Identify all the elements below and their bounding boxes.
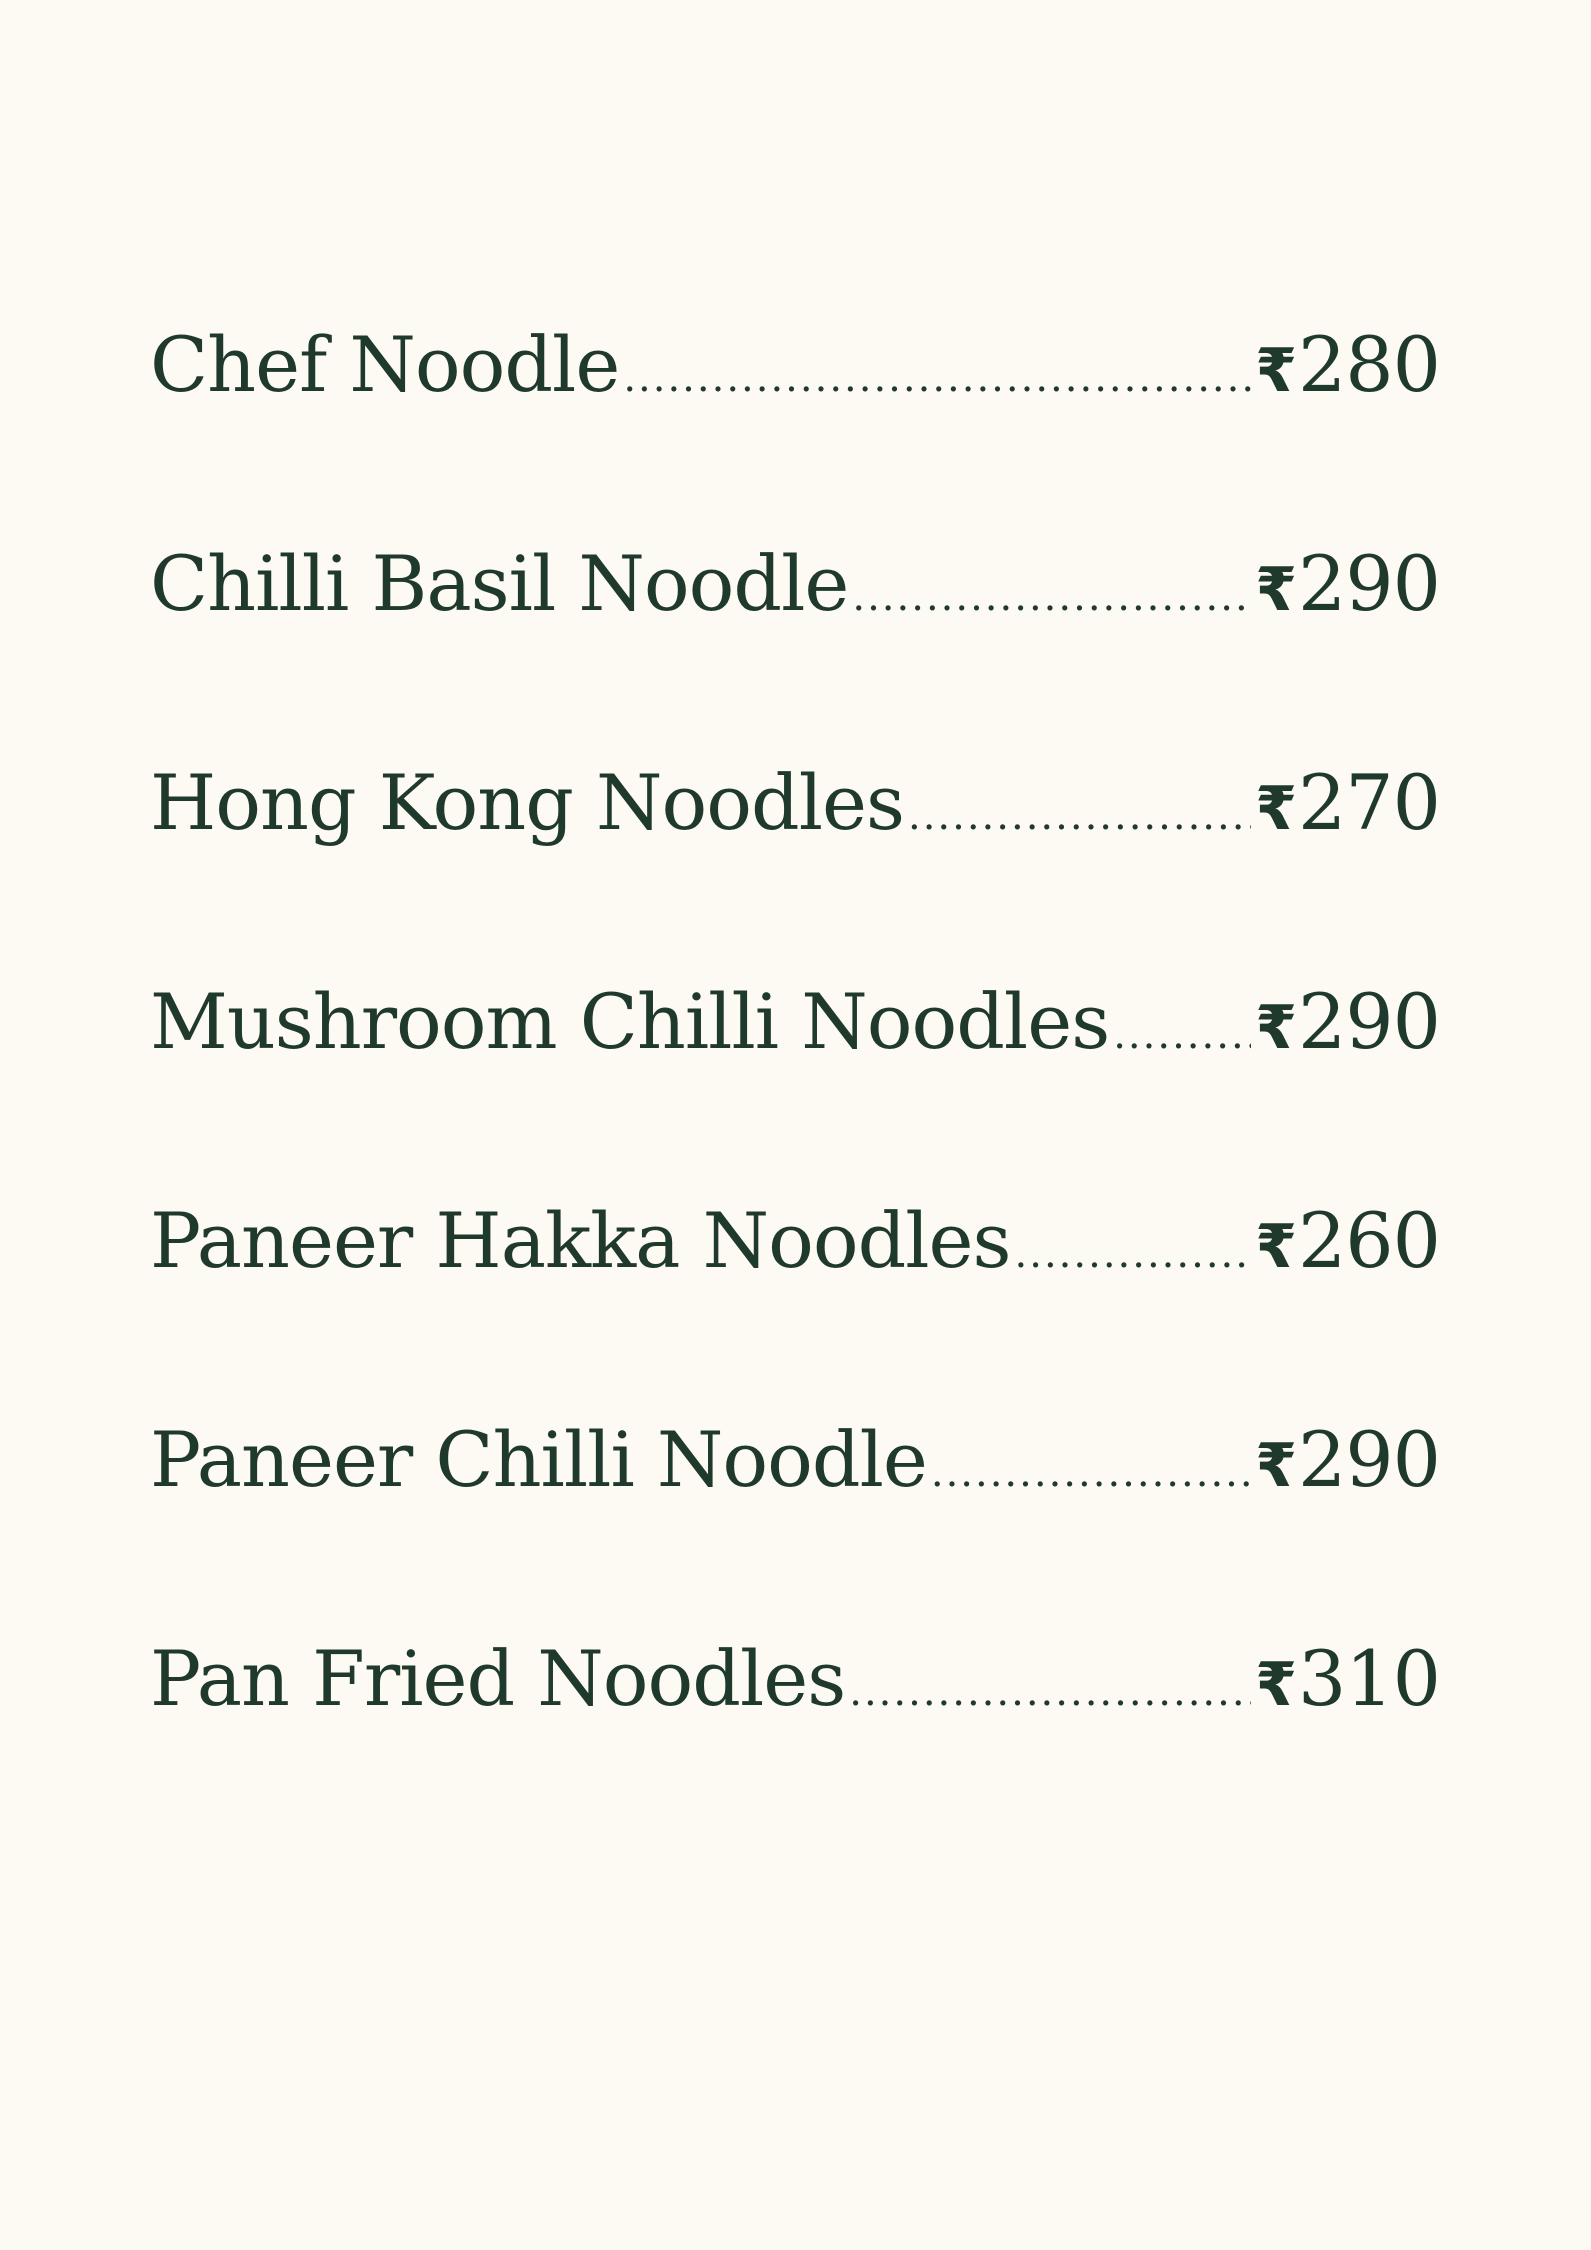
rupee-icon: ₹ bbox=[1255, 555, 1297, 625]
item-name: Paneer Hakka Noodles bbox=[150, 1196, 1012, 1285]
item-price: ₹ 310 bbox=[1255, 1634, 1441, 1723]
price-value: 270 bbox=[1297, 758, 1441, 847]
item-price: ₹ 270 bbox=[1255, 758, 1441, 847]
rupee-icon: ₹ bbox=[1255, 993, 1297, 1063]
menu-list: Chef Noodle ₹ 280 Chilli Basil Noodle ₹ … bbox=[150, 320, 1441, 1853]
rupee-icon: ₹ bbox=[1255, 1212, 1297, 1282]
dot-leader bbox=[852, 574, 1251, 620]
menu-item-hong-kong-noodles: Hong Kong Noodles ₹ 270 bbox=[150, 758, 1441, 977]
dot-leader bbox=[1015, 1231, 1252, 1277]
item-price: ₹ 280 bbox=[1255, 320, 1441, 409]
item-name: Hong Kong Noodles bbox=[150, 758, 905, 847]
item-price: ₹ 290 bbox=[1255, 1415, 1441, 1504]
price-value: 280 bbox=[1297, 320, 1441, 409]
dot-leader bbox=[908, 793, 1251, 839]
menu-item-chef-noodle: Chef Noodle ₹ 280 bbox=[150, 320, 1441, 539]
menu-item-mushroom-chilli-noodles: Mushroom Chilli Noodles ₹ 290 bbox=[150, 977, 1441, 1196]
price-value: 290 bbox=[1297, 1415, 1441, 1504]
menu-item-pan-fried-noodles: Pan Fried Noodles ₹ 310 bbox=[150, 1634, 1441, 1853]
price-value: 310 bbox=[1297, 1634, 1441, 1723]
item-name: Chef Noodle bbox=[150, 320, 620, 409]
item-name: Chilli Basil Noodle bbox=[150, 539, 849, 628]
item-name: Paneer Chilli Noodle bbox=[150, 1415, 928, 1504]
dot-leader bbox=[931, 1450, 1251, 1496]
menu-item-chilli-basil-noodle: Chilli Basil Noodle ₹ 290 bbox=[150, 539, 1441, 758]
price-value: 260 bbox=[1297, 1196, 1441, 1285]
item-price: ₹ 290 bbox=[1255, 977, 1441, 1066]
rupee-icon: ₹ bbox=[1255, 774, 1297, 844]
rupee-icon: ₹ bbox=[1255, 336, 1297, 406]
dot-leader bbox=[623, 355, 1251, 401]
price-value: 290 bbox=[1297, 539, 1441, 628]
dot-leader bbox=[849, 1669, 1251, 1715]
price-value: 290 bbox=[1297, 977, 1441, 1066]
rupee-icon: ₹ bbox=[1255, 1650, 1297, 1720]
rupee-icon: ₹ bbox=[1255, 1431, 1297, 1501]
menu-item-paneer-hakka-noodles: Paneer Hakka Noodles ₹ 260 bbox=[150, 1196, 1441, 1415]
item-name: Pan Fried Noodles bbox=[150, 1634, 846, 1723]
item-price: ₹ 260 bbox=[1255, 1196, 1441, 1285]
dot-leader bbox=[1113, 1012, 1251, 1058]
item-name: Mushroom Chilli Noodles bbox=[150, 977, 1110, 1066]
menu-item-paneer-chilli-noodle: Paneer Chilli Noodle ₹ 290 bbox=[150, 1415, 1441, 1634]
item-price: ₹ 290 bbox=[1255, 539, 1441, 628]
